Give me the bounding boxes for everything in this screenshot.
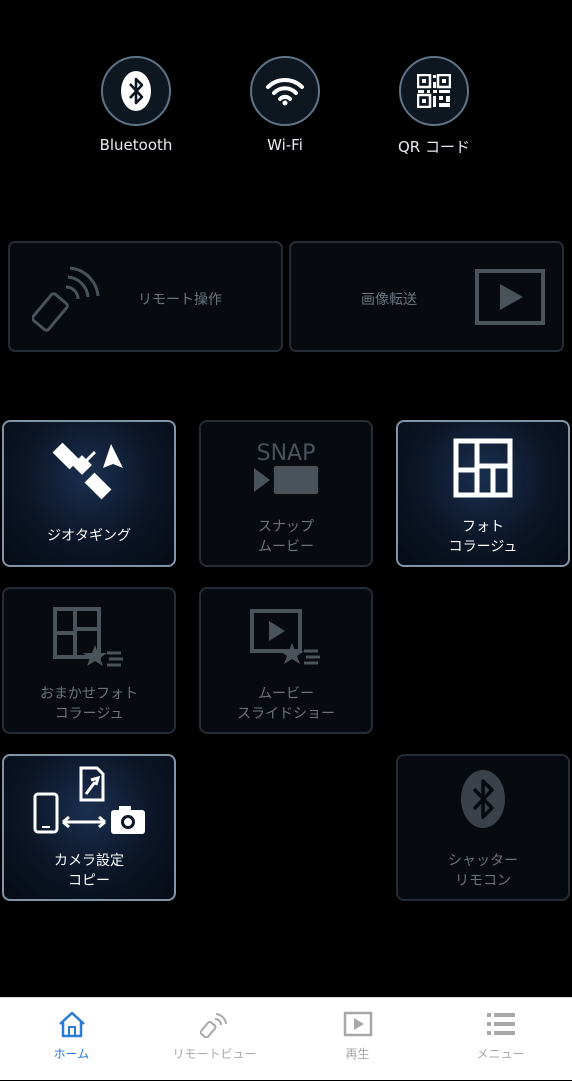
home-icon	[58, 1011, 85, 1038]
tab-playback-label: 再生	[345, 1047, 370, 1061]
shutter-remote-label: シャッター リモコン	[448, 853, 518, 889]
snap-text: SNAP	[257, 441, 316, 466]
geotagging-label: ジオタギング	[47, 528, 131, 544]
shutter-remote-tile[interactable]: シャッター リモコン	[396, 754, 570, 901]
bluetooth-label: Bluetooth	[99, 136, 173, 154]
wifi-circle[interactable]	[250, 56, 320, 126]
movie-slideshow-tile[interactable]: ムービー スライドショー	[199, 587, 373, 734]
bluetooth-icon	[121, 71, 151, 111]
tab-menu[interactable]: メニュー	[429, 998, 572, 1081]
wifi-icon	[266, 77, 304, 106]
snap-movie-label: スナップ ムービー	[258, 519, 314, 555]
tab-playback[interactable]: 再生	[286, 998, 429, 1081]
tab-home[interactable]: ホーム	[0, 998, 143, 1081]
movie-slideshow-label: ムービー スライドショー	[237, 686, 335, 722]
remote-icon	[199, 1013, 227, 1038]
camera-settings-copy-tile[interactable]: カメラ設定 コピー	[2, 754, 176, 901]
snap-movie-icon: SNAP	[254, 441, 318, 494]
tab-remote-view[interactable]: リモートビュー	[143, 998, 286, 1081]
bluetooth-circle[interactable]	[101, 56, 171, 126]
remote-control-tile[interactable]: リモート操作	[8, 241, 283, 352]
auto-collage-tile[interactable]: おまかせフォト コラージュ	[2, 587, 176, 734]
photo-collage-label: フォト コラージュ	[448, 519, 518, 555]
auto-collage-icon	[53, 607, 123, 667]
tab-home-label: ホーム	[53, 1047, 90, 1061]
remote-control-label: リモート操作	[138, 292, 222, 308]
play-icon	[475, 269, 545, 325]
tab-menu-label: メニュー	[476, 1047, 525, 1061]
wifi-label: Wi-Fi	[267, 136, 303, 154]
photo-collage-tile[interactable]: フォト コラージュ	[396, 420, 570, 567]
snap-movie-tile[interactable]: SNAP スナップ ムービー	[199, 420, 373, 567]
bottom-tab-bar: ホーム リモートビュー 再生 メニュー	[0, 997, 572, 1080]
bluetooth-icon	[461, 770, 505, 828]
qr-code-label: QR コード	[398, 138, 470, 156]
qr-code-circle[interactable]	[399, 56, 469, 126]
image-transfer-tile[interactable]: 画像転送	[289, 241, 564, 352]
auto-collage-label: おまかせフォト コラージュ	[40, 686, 138, 722]
menu-icon	[486, 1013, 515, 1035]
image-transfer-label: 画像転送	[361, 292, 417, 308]
qr-code-icon	[417, 74, 451, 108]
play-icon	[343, 1011, 372, 1037]
photo-collage-icon	[453, 438, 513, 498]
camera-settings-copy-label: カメラ設定 コピー	[54, 853, 124, 889]
movie-slideshow-icon	[250, 609, 320, 665]
satellite-icon	[52, 442, 123, 500]
remote-icon	[32, 266, 100, 332]
tab-remote-view-label: リモートビュー	[172, 1047, 257, 1061]
camera-settings-copy-icon	[33, 766, 145, 834]
geotagging-tile[interactable]: ジオタギング	[2, 420, 176, 567]
